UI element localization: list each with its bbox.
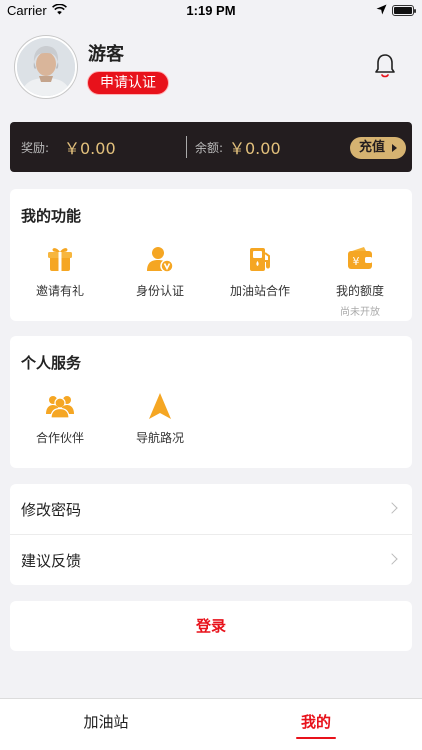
reward-value: ￥0.00 [64,139,116,158]
bell-icon [375,54,395,78]
feedback-row[interactable]: 建议反馈 [10,535,412,585]
fuel-pump-icon [250,248,270,271]
not-yet-open-note: 尚未开放 [340,307,380,318]
recharge-label: 充值 [359,140,386,155]
change-password-row[interactable]: 修改密码 [10,484,412,534]
navigation-traffic-label: 导航路况 [135,431,184,445]
svg-text:¥: ¥ [353,255,360,268]
recharge-button[interactable]: 充值 [350,137,406,159]
identity-verify-label: 身份认证 [135,284,184,298]
reward-label: 奖励: [21,141,50,155]
settings-menu: 修改密码 建议反馈 [10,484,412,585]
my-functions-card: 我的功能 邀请有礼 身份认证 加油站合作 ¥ 我的额度 尚未开放 [10,189,412,321]
balance-divider [186,136,187,158]
tab-gas-station[interactable]: 加油站 [56,711,156,732]
partners-icon [46,396,74,419]
chevron-right-icon [386,502,398,514]
personal-services-title: 个人服务 [21,354,82,372]
tab-bar: 加油站 我的 [0,698,422,750]
identity-verify-item[interactable]: 身份认证 [110,245,210,299]
status-bar: Carrier 1:19 PM [0,0,422,22]
balance-card: 奖励: ￥0.00 余额: ￥0.00 充值 [10,122,412,172]
username: 游客 [88,44,124,65]
navigation-arrow-icon [149,393,171,419]
change-password-label: 修改密码 [21,501,82,519]
avatar-person-icon [17,38,75,96]
login-button[interactable]: 登录 [10,601,412,651]
battery-icon [392,5,416,16]
my-quota-label: 我的额度 [335,284,384,298]
wallet-yen-icon: ¥ [348,247,372,269]
chevron-right-icon [386,553,398,565]
avatar[interactable] [15,36,77,98]
play-arrow-icon [392,144,397,152]
active-tab-indicator [296,737,336,739]
gas-station-partner-item[interactable]: 加油站合作 [210,245,310,299]
navigation-traffic-item[interactable]: 导航路况 [110,392,210,446]
tab-mine[interactable]: 我的 [266,711,366,732]
personal-services-card: 个人服务 合作伙伴 导航路况 [10,336,412,468]
gas-station-partner-label: 加油站合作 [229,284,290,298]
balance-label: 余额: [195,141,224,155]
invite-gift-item[interactable]: 邀请有礼 [10,245,110,299]
balance-value: ￥0.00 [229,139,281,158]
invite-gift-label: 邀请有礼 [35,284,84,298]
my-functions-title: 我的功能 [21,207,82,225]
partners-label: 合作伙伴 [35,431,84,445]
login-label: 登录 [195,617,226,635]
notification-button[interactable] [373,53,397,79]
my-quota-item[interactable]: ¥ 我的额度 尚未开放 [310,245,410,318]
feedback-label: 建议反馈 [21,552,82,570]
location-arrow-icon [376,4,387,15]
partners-item[interactable]: 合作伙伴 [10,392,110,446]
gift-icon [48,248,72,271]
clock-time: 1:19 PM [186,3,236,18]
user-verify-icon [147,247,174,273]
apply-certification-button[interactable]: 申请认证 [87,71,169,95]
